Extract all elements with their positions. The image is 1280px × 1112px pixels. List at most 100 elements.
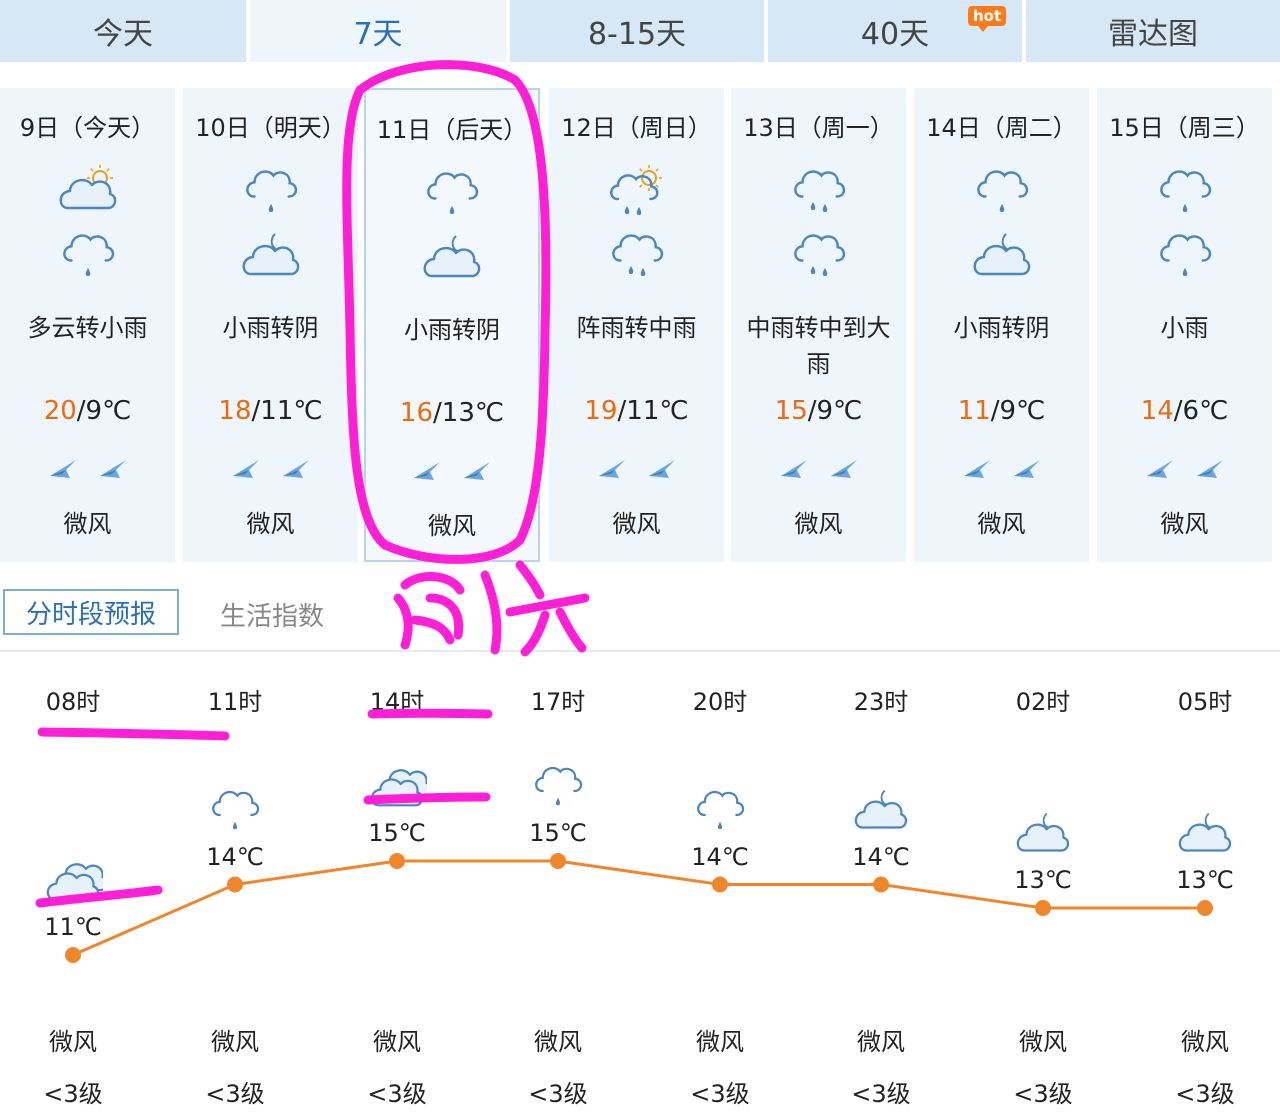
day-card[interactable]: 10日（明天） 小雨转阴 18/11℃ 微风 — [183, 88, 358, 562]
low-temp: 11℃ — [626, 396, 689, 426]
temperature-point — [389, 853, 405, 869]
forecast-range-tabs: 今天 7天 8-15天 40天 hot 雷达图 — [0, 0, 1280, 62]
day-wind: 微风 — [794, 510, 843, 538]
rain-icon — [1153, 164, 1217, 216]
hour-wind: 微风 — [373, 1028, 421, 1056]
day-card[interactable]: 14日（周二） 小雨转阴 11/9℃ 微风 — [914, 88, 1089, 562]
overcast-night-icon — [851, 785, 911, 833]
temperature-point — [1035, 900, 1051, 916]
day-temperature: 11/9℃ — [914, 396, 1089, 426]
hour-wind: 微风 — [534, 1028, 582, 1056]
day-date: 10日（明天） — [195, 114, 346, 142]
day-date: 14日（周二） — [926, 114, 1077, 142]
hour-wind: 微风 — [211, 1028, 259, 1056]
hour-temperature: 11℃ — [44, 913, 102, 941]
wind-direction-icon — [777, 450, 861, 480]
hour-time: 08时 — [45, 688, 101, 716]
temperature-point — [712, 876, 728, 893]
seven-day-forecast: 9日（今天） 多云转小雨 20/9℃ 微风 10日（明天） 小雨转阴 18/11… — [0, 88, 1280, 562]
day-date: 13日（周一） — [743, 114, 894, 142]
tab-hourly-forecast[interactable]: 分时段预报 — [3, 589, 179, 635]
day-wind: 微风 — [977, 510, 1026, 538]
low-temp: 13℃ — [441, 398, 505, 428]
overcast-night-icon — [1013, 808, 1073, 856]
temperature-point — [873, 876, 889, 893]
shower-icon — [605, 164, 669, 216]
tab-label: 雷达图 — [1108, 17, 1198, 52]
hour-time: 17时 — [530, 688, 586, 716]
day-date: 12日（周日） — [561, 114, 712, 142]
day-weather-description: 小雨转阴 — [404, 316, 500, 344]
day-wind: 微风 — [428, 512, 476, 540]
day-card[interactable]: 9日（今天） 多云转小雨 20/9℃ 微风 — [0, 88, 175, 562]
day-weather-description: 阵雨转中雨 — [576, 314, 697, 342]
rain-icon — [1153, 228, 1217, 280]
rain-icon — [420, 166, 484, 218]
tab-life-index[interactable]: 生活指数 — [220, 596, 324, 633]
high-temp: 16 — [399, 398, 434, 428]
day-weather-description: 小雨 — [1160, 314, 1209, 342]
day-card[interactable]: 12日（周日） 阵雨转中雨 19/11℃ 微风 — [549, 88, 724, 562]
rain-icon — [205, 785, 265, 833]
high-temp: 15 — [774, 396, 808, 426]
high-temp: 18 — [218, 396, 252, 426]
tab-8-15days[interactable]: 8-15天 — [510, 0, 764, 62]
day-card[interactable]: 15日（周三） 小雨 14/6℃ 微风 — [1097, 88, 1272, 562]
day-card[interactable]: 11日（后天） 小雨转阴 16/13℃ 微风 — [364, 88, 540, 562]
hour-wind-level: <3级 — [205, 1080, 265, 1108]
day-weather-description: 小雨转阴 — [222, 314, 319, 342]
rain-icon — [239, 164, 303, 216]
day-temperature: 19/11℃ — [549, 396, 724, 426]
high-temp: 20 — [43, 396, 77, 426]
overcast-night-icon — [1175, 808, 1235, 856]
low-temp: 9℃ — [999, 396, 1046, 426]
hour-wind-level: <3级 — [690, 1080, 750, 1108]
tab-today[interactable]: 今天 — [0, 0, 246, 62]
tab-40days[interactable]: 40天 hot — [768, 0, 1022, 62]
temperature-point — [1197, 900, 1213, 916]
tab-7days[interactable]: 7天 — [250, 0, 506, 62]
partly-cloudy-icon — [56, 164, 120, 216]
hourly-forecast: 08时 11℃ 微风 <3级 11时 14℃ 微风 <3级 14时 15℃ 微风 <3级 17时 15℃ 微… — [0, 652, 1280, 1112]
tab-label: 8-15天 — [587, 17, 687, 52]
tab-label: 分时段预报 — [25, 599, 156, 630]
temp-separator: / — [251, 396, 261, 426]
rain-icon — [970, 164, 1034, 216]
hour-time: 05时 — [1177, 688, 1233, 716]
hour-wind: 微风 — [696, 1028, 744, 1056]
temp-separator: / — [617, 396, 627, 426]
hot-badge: hot — [968, 6, 1007, 32]
high-temp: 11 — [957, 396, 991, 426]
rain-icon — [690, 785, 750, 833]
hour-time: 23时 — [853, 688, 909, 716]
day-temperature: 15/9℃ — [731, 396, 906, 426]
hour-wind: 微风 — [49, 1028, 97, 1056]
hour-temperature: 13℃ — [1014, 866, 1072, 894]
day-date: 11日（后天） — [376, 116, 528, 144]
annotation-text-stroke — [480, 560, 590, 657]
hour-wind: 微风 — [1181, 1028, 1229, 1056]
wind-direction-icon — [1143, 450, 1227, 480]
day-wind: 微风 — [246, 510, 295, 538]
tab-label: 今天 — [93, 17, 153, 52]
hour-wind-level: <3级 — [1175, 1080, 1235, 1108]
tab-label: 7天 — [353, 17, 403, 52]
hour-time: 02时 — [1015, 688, 1071, 716]
hour-temperature: 14℃ — [206, 842, 264, 871]
wind-direction-icon — [46, 450, 130, 480]
tab-radar[interactable]: 雷达图 — [1026, 0, 1280, 62]
hour-temperature: 14℃ — [691, 842, 749, 871]
day-weather-description: 中雨转中到大雨 — [746, 314, 891, 378]
low-temp: 9℃ — [85, 396, 132, 426]
day-date: 9日（今天） — [19, 114, 156, 142]
day-temperature: 14/6℃ — [1097, 396, 1272, 426]
high-temp: 19 — [584, 396, 618, 426]
annotation-text-stroke — [393, 571, 465, 650]
day-wind: 微风 — [63, 510, 112, 538]
wind-direction-icon — [960, 450, 1044, 480]
temperature-point — [227, 876, 243, 893]
cloudy-icon — [367, 761, 433, 809]
day-card[interactable]: 13日（周一） 中雨转中到大雨 15/9℃ 微风 — [731, 88, 906, 562]
hour-wind: 微风 — [857, 1028, 905, 1056]
rain-icon — [56, 228, 120, 280]
